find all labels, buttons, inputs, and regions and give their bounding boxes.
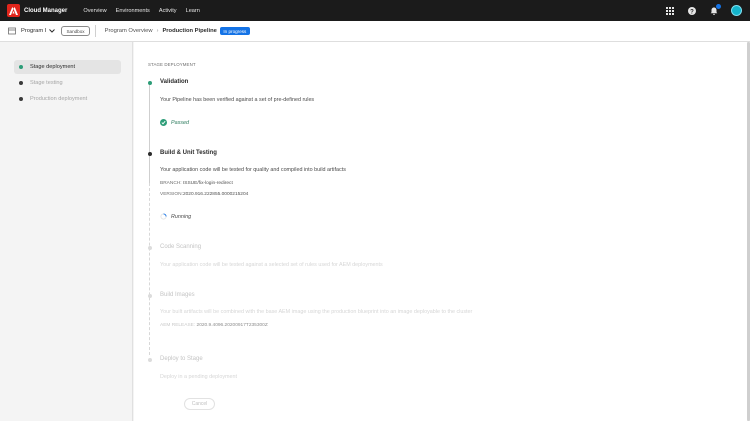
nav-overview[interactable]: Overview	[83, 8, 106, 14]
program-icon	[8, 27, 16, 35]
timeline-dot-build	[147, 152, 152, 156]
version-label: VERSION:	[160, 192, 183, 197]
top-nav-bar: Cloud Manager Overview Environments Acti…	[0, 0, 750, 21]
step-description-build: Your application code will be tested for…	[160, 167, 346, 173]
timeline-dot-code-scanning	[147, 246, 152, 250]
timeline-dot-build-images	[147, 294, 152, 298]
chevron-down-icon[interactable]	[49, 29, 56, 33]
branch-label: BRANCH:	[160, 181, 182, 186]
notification-count-badge	[716, 4, 721, 9]
app-title[interactable]: Cloud Manager	[24, 8, 67, 14]
section-label: STAGE DEPLOYMENT	[148, 62, 196, 67]
version-value: 2020.916.222855.0000215204	[182, 192, 249, 197]
step-title-build: Build & Unit Testing	[160, 150, 217, 156]
steps-sidebar: Stage deployment Stage testing Productio…	[0, 42, 133, 421]
header-divider	[94, 25, 96, 37]
step-description-code-scanning: Your application code will be tested aga…	[160, 262, 383, 268]
svg-text:?: ?	[690, 9, 694, 15]
sidebar-item-label: Production deployment	[30, 96, 88, 102]
sidebar-item-stage-deployment[interactable]: Stage deployment	[14, 60, 121, 74]
program-header: Program I Sandbox Program Overview › Pro…	[0, 21, 750, 42]
checkmark-icon	[160, 119, 167, 126]
aem-release-value: 2020.9.4096.20200917T235300Z	[196, 323, 268, 328]
status-text: Running	[171, 213, 192, 220]
help-icon[interactable]: ?	[687, 6, 696, 15]
adobe-logo-icon[interactable]	[7, 4, 20, 17]
aem-release-info: AEM RELEASE: 2020.9.4096.20200917T235300…	[160, 323, 268, 328]
apps-grid-icon[interactable]	[665, 6, 674, 15]
aem-release-label: AEM RELEASE:	[160, 323, 196, 328]
step-status-dot	[19, 97, 23, 101]
step-title-code-scanning: Code Scanning	[160, 244, 202, 250]
timeline-line	[149, 83, 150, 183]
breadcrumb-program-overview[interactable]: Program Overview	[105, 28, 153, 34]
step-title-build-images: Build Images	[160, 292, 195, 298]
timeline-dot-deploy	[147, 358, 152, 362]
timeline-dot-validation	[147, 81, 152, 85]
sandbox-badge: Sandbox	[61, 26, 90, 36]
nav-learn[interactable]: Learn	[186, 8, 200, 14]
sidebar-item-label: Stage deployment	[30, 64, 76, 70]
step-title-deploy: Deploy to Stage	[160, 356, 203, 362]
breadcrumb-separator: ›	[156, 28, 159, 34]
sidebar-item-label: Stage testing	[30, 80, 63, 86]
user-avatar[interactable]	[731, 5, 742, 16]
step-description-validation: Your Pipeline has been verified against …	[160, 97, 315, 103]
step-status-dot	[19, 81, 23, 85]
deployment-detail-panel: STAGE DEPLOYMENT Validation Your Pipelin…	[134, 42, 750, 421]
program-name[interactable]: Program I	[21, 28, 46, 34]
cancel-button[interactable]: Cancel	[184, 398, 215, 410]
sidebar-item-production-deployment[interactable]: Production deployment	[14, 92, 121, 106]
timeline-line-pending	[149, 183, 150, 355]
branch-value: ISSUE/fix-login-redirect	[182, 181, 233, 186]
step-status-dot	[19, 65, 23, 69]
branch-info: BRANCH: ISSUE/fix-login-redirect	[160, 181, 233, 186]
nav-environments[interactable]: Environments	[116, 8, 150, 14]
status-text: Passed	[171, 119, 189, 126]
breadcrumb-current-page: Production Pipeline	[162, 28, 217, 34]
step-status-running: Running	[160, 213, 191, 220]
step-description-build-images: Your built artifacts will be combined wi…	[160, 309, 473, 315]
step-description-deploy: Deploy in a pending deployment	[160, 374, 238, 380]
status-badge: In progress	[219, 27, 250, 35]
spinner-icon	[160, 213, 167, 220]
version-info: VERSION:2020.916.222855.0000215204	[160, 192, 248, 197]
step-status-passed: Passed	[160, 119, 189, 126]
step-title-validation: Validation	[160, 79, 189, 85]
nav-activity[interactable]: Activity	[159, 8, 177, 14]
notifications-bell-icon[interactable]	[709, 4, 721, 15]
sidebar-item-stage-testing[interactable]: Stage testing	[14, 76, 121, 90]
